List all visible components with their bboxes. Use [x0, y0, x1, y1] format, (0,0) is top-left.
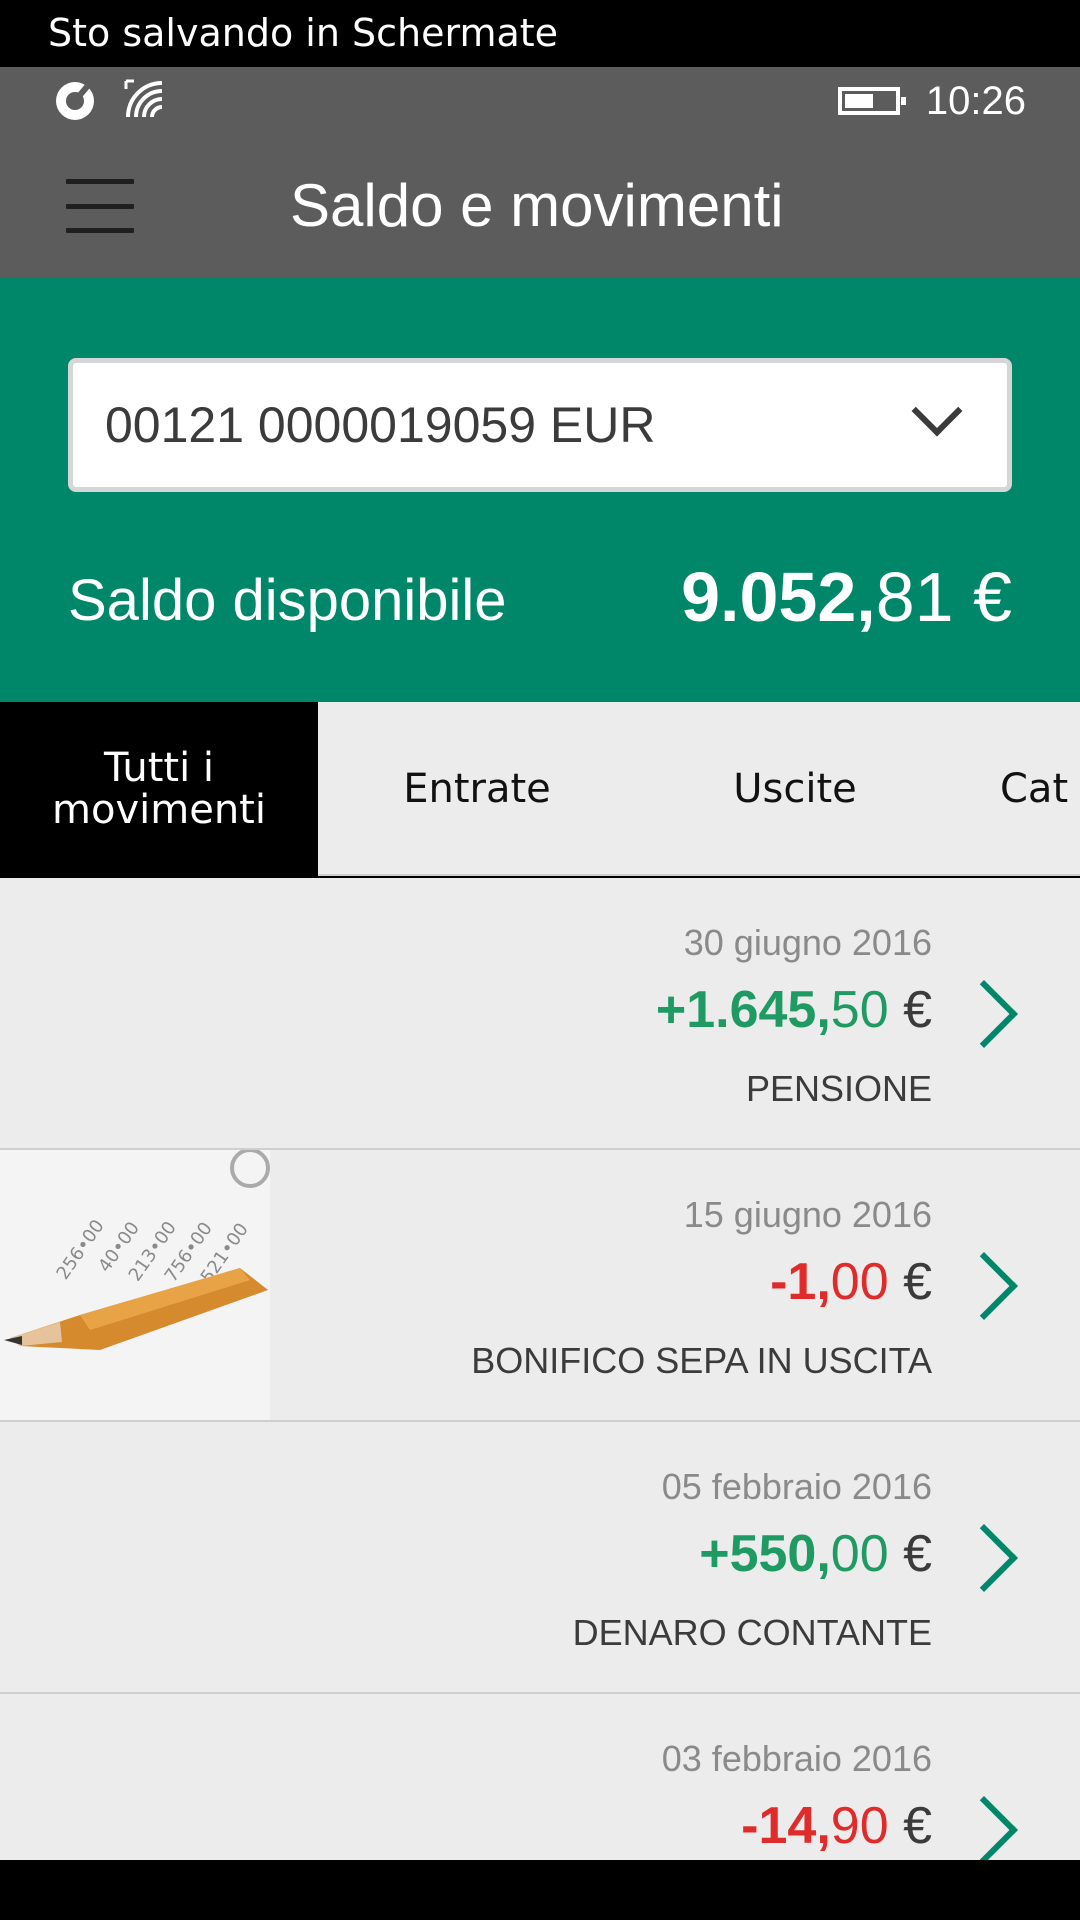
status-bar: 10:26 — [0, 67, 1080, 135]
balance-decimal: 81 € — [875, 558, 1012, 636]
transaction-date: 03 febbraio 2016 — [661, 1738, 932, 1779]
transaction-description: PENSIONE — [745, 1068, 932, 1109]
chevron-right-icon[interactable] — [950, 1796, 1018, 1860]
screen-capture-icon — [56, 82, 94, 120]
tab-income[interactable]: Entrate — [318, 702, 636, 876]
tab-bar: Tutti i movimenti Entrate Uscite Cat — [0, 702, 1080, 876]
amount-integer: -1, — [770, 1253, 831, 1311]
app-header: Saldo e movimenti — [0, 135, 1080, 277]
transaction-date: 30 giugno 2016 — [683, 922, 932, 963]
transaction-row[interactable]: 03 febbraio 2016 -14,90 € — [0, 1694, 1080, 1860]
transaction-amount: +1.645,50 € — [656, 980, 932, 1040]
transaction-amount: -1,00 € — [770, 1252, 932, 1312]
balance-label: Saldo disponibile — [68, 568, 507, 633]
hamburger-menu-icon[interactable] — [66, 179, 134, 233]
tab-categories[interactable]: Cat — [1000, 702, 1080, 876]
transaction-row[interactable]: 256•00 40•00 213•00 756•00 521•00 15 giu… — [0, 1150, 1080, 1422]
amount-decimal-part: 00 € — [830, 1525, 932, 1583]
transaction-description: BONIFICO SEPA IN USCITA — [471, 1340, 932, 1381]
account-selector-value: 00121 0000019059 EUR — [105, 397, 656, 453]
tab-expenses[interactable]: Uscite — [636, 702, 954, 876]
tab-all-movements[interactable]: Tutti i movimenti — [0, 702, 318, 876]
transaction-amount: +550,00 € — [699, 1524, 932, 1584]
amount-decimal-part: 90 € — [830, 1797, 932, 1855]
navigation-bar — [0, 1860, 1080, 1920]
transaction-date: 05 febbraio 2016 — [661, 1466, 932, 1507]
tab-label: Cat — [1000, 766, 1069, 812]
tab-label: Tutti i movimenti — [52, 745, 266, 833]
transaction-image: 256•00 40•00 213•00 756•00 521•00 — [0, 1150, 270, 1420]
balance-integer: 9.052, — [681, 558, 876, 636]
transaction-amount: -14,90 € — [741, 1796, 932, 1856]
wifi-icon — [124, 79, 163, 118]
notification-bar: Sto salvando in Schermate — [0, 0, 1080, 67]
chevron-right-icon[interactable] — [950, 980, 1018, 1048]
amount-integer: +1.645, — [655, 981, 831, 1039]
transaction-row[interactable]: 05 febbraio 2016 +550,00 € DENARO CONTAN… — [0, 1422, 1080, 1694]
chevron-right-icon[interactable] — [950, 1252, 1018, 1320]
clock-time: 10:26 — [925, 78, 1026, 123]
transactions-list: 30 giugno 2016 +1.645,50 € PENSIONE 256•… — [0, 878, 1080, 1860]
transaction-date: 15 giugno 2016 — [683, 1194, 932, 1235]
chevron-down-icon — [911, 385, 963, 437]
account-panel: 00121 0000019059 EUR Saldo disponibile 9… — [0, 277, 1080, 702]
transaction-description: DENARO CONTANTE — [572, 1612, 932, 1653]
battery-icon — [837, 87, 906, 115]
account-selector[interactable]: 00121 0000019059 EUR — [68, 358, 1012, 492]
amount-integer: +550, — [699, 1525, 831, 1583]
notification-text: Sto salvando in Schermate — [48, 11, 559, 55]
tab-label: Entrate — [403, 766, 551, 812]
transaction-row[interactable]: 30 giugno 2016 +1.645,50 € PENSIONE — [0, 878, 1080, 1150]
tab-label: Uscite — [733, 766, 857, 812]
amount-integer: -14, — [741, 1797, 831, 1855]
amount-decimal-part: 50 € — [830, 981, 932, 1039]
chevron-right-icon[interactable] — [950, 1524, 1018, 1592]
balance-amount: 9.052,81 € — [681, 557, 1012, 637]
page-title: Saldo e movimenti — [290, 172, 784, 239]
amount-decimal-part: 00 € — [830, 1253, 932, 1311]
